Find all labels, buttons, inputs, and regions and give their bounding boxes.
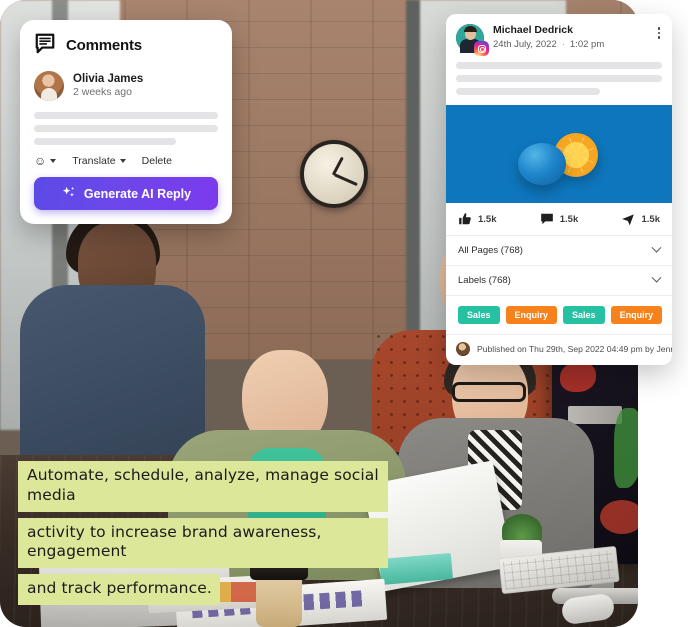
post-footer: Published on Thu 29th, Sep 2022 04:49 pm… (446, 334, 672, 365)
comment-author-row: Olivia James 2 weeks ago (34, 71, 218, 101)
comments-title: Comments (66, 37, 142, 54)
chevron-down-icon (50, 159, 57, 163)
comments-count: 1.5k (559, 213, 579, 225)
instagram-icon (474, 41, 489, 56)
generate-ai-reply-button[interactable]: Generate AI Reply (34, 177, 218, 210)
meta-separator: · (561, 38, 565, 50)
comments-stat[interactable]: 1.5k (525, 212, 592, 226)
tag-enquiry[interactable]: Enquiry (610, 306, 663, 324)
label-tag-list: Sales Enquiry Sales Enquiry (446, 296, 672, 334)
published-info: Published on Thu 29th, Sep 2022 04:49 pm… (477, 344, 672, 354)
avatar (34, 71, 64, 101)
tag-sales[interactable]: Sales (563, 306, 605, 324)
caption-line-2: activity to increase brand awareness, en… (18, 517, 388, 569)
post-time: 1:02 pm (569, 38, 605, 50)
post-author-name: Michael Dedrick (493, 24, 573, 36)
comments-card: Comments Olivia James 2 weeks ago ☺ Tran… (20, 20, 232, 224)
tag-sales[interactable]: Sales (458, 306, 500, 324)
comment-bubble-icon (34, 32, 56, 59)
placeholder-line (456, 62, 662, 69)
comment-actions: ☺ Translate Delete (34, 155, 218, 167)
publisher-avatar (456, 342, 470, 356)
delete-label: Delete (141, 155, 173, 167)
caption-block: Automate, schedule, analyze, manage soci… (18, 460, 388, 605)
thumbs-up-icon (458, 212, 472, 226)
post-engagement-stats: 1.5k 1.5k 1.5k (446, 203, 672, 236)
post-date: 24th July, 2022 (493, 38, 557, 50)
sparkle-icon (61, 185, 76, 203)
comment-icon (540, 212, 554, 226)
share-icon (621, 212, 635, 226)
comment-body-placeholder (34, 112, 218, 145)
screenshot-root: Automate, schedule, analyze, manage soci… (0, 0, 688, 627)
post-meta: 24th July, 2022 · 1:02 pm (493, 38, 604, 52)
placeholder-line (34, 125, 218, 132)
comment-timestamp: 2 weeks ago (73, 86, 132, 99)
avatar[interactable] (456, 24, 489, 56)
social-post-card: Michael Dedrick 24th July, 2022 · 1:02 p… (446, 14, 672, 365)
chevron-down-icon (651, 272, 662, 283)
likes-stat[interactable]: 1.5k (458, 212, 525, 226)
chevron-down-icon (651, 242, 662, 253)
all-pages-row[interactable]: All Pages (768) (446, 236, 672, 266)
placeholder-line (34, 112, 218, 119)
blue-orange-shape (518, 143, 566, 185)
placeholder-line (456, 75, 662, 82)
labels-label: Labels (768) (458, 275, 511, 286)
placeholder-line (34, 138, 176, 145)
post-body-placeholder (446, 60, 672, 105)
translate-label: Translate (72, 155, 116, 167)
chevron-down-icon (119, 159, 126, 163)
all-pages-label: All Pages (768) (458, 245, 523, 256)
more-vertical-icon[interactable] (656, 24, 663, 42)
smiley-icon: ☺ (34, 154, 47, 168)
caption-line-1: Automate, schedule, analyze, manage soci… (18, 460, 388, 512)
caption-line-3: and track performance. (18, 574, 220, 605)
placeholder-line (456, 88, 601, 95)
emoji-picker-button[interactable]: ☺ (34, 154, 57, 168)
comment-author-name: Olivia James (73, 72, 144, 85)
likes-count: 1.5k (478, 213, 497, 225)
delete-button[interactable]: Delete (142, 155, 172, 167)
comments-header: Comments (34, 32, 218, 59)
shares-count: 1.5k (641, 213, 660, 225)
translate-button[interactable]: Translate (72, 155, 126, 167)
tag-enquiry[interactable]: Enquiry (505, 306, 558, 324)
generate-ai-reply-label: Generate AI Reply (83, 186, 192, 201)
labels-row[interactable]: Labels (768) (446, 266, 672, 296)
post-header: Michael Dedrick 24th July, 2022 · 1:02 p… (446, 14, 672, 60)
post-media-image[interactable] (446, 105, 672, 203)
shares-stat[interactable]: 1.5k (593, 212, 660, 226)
